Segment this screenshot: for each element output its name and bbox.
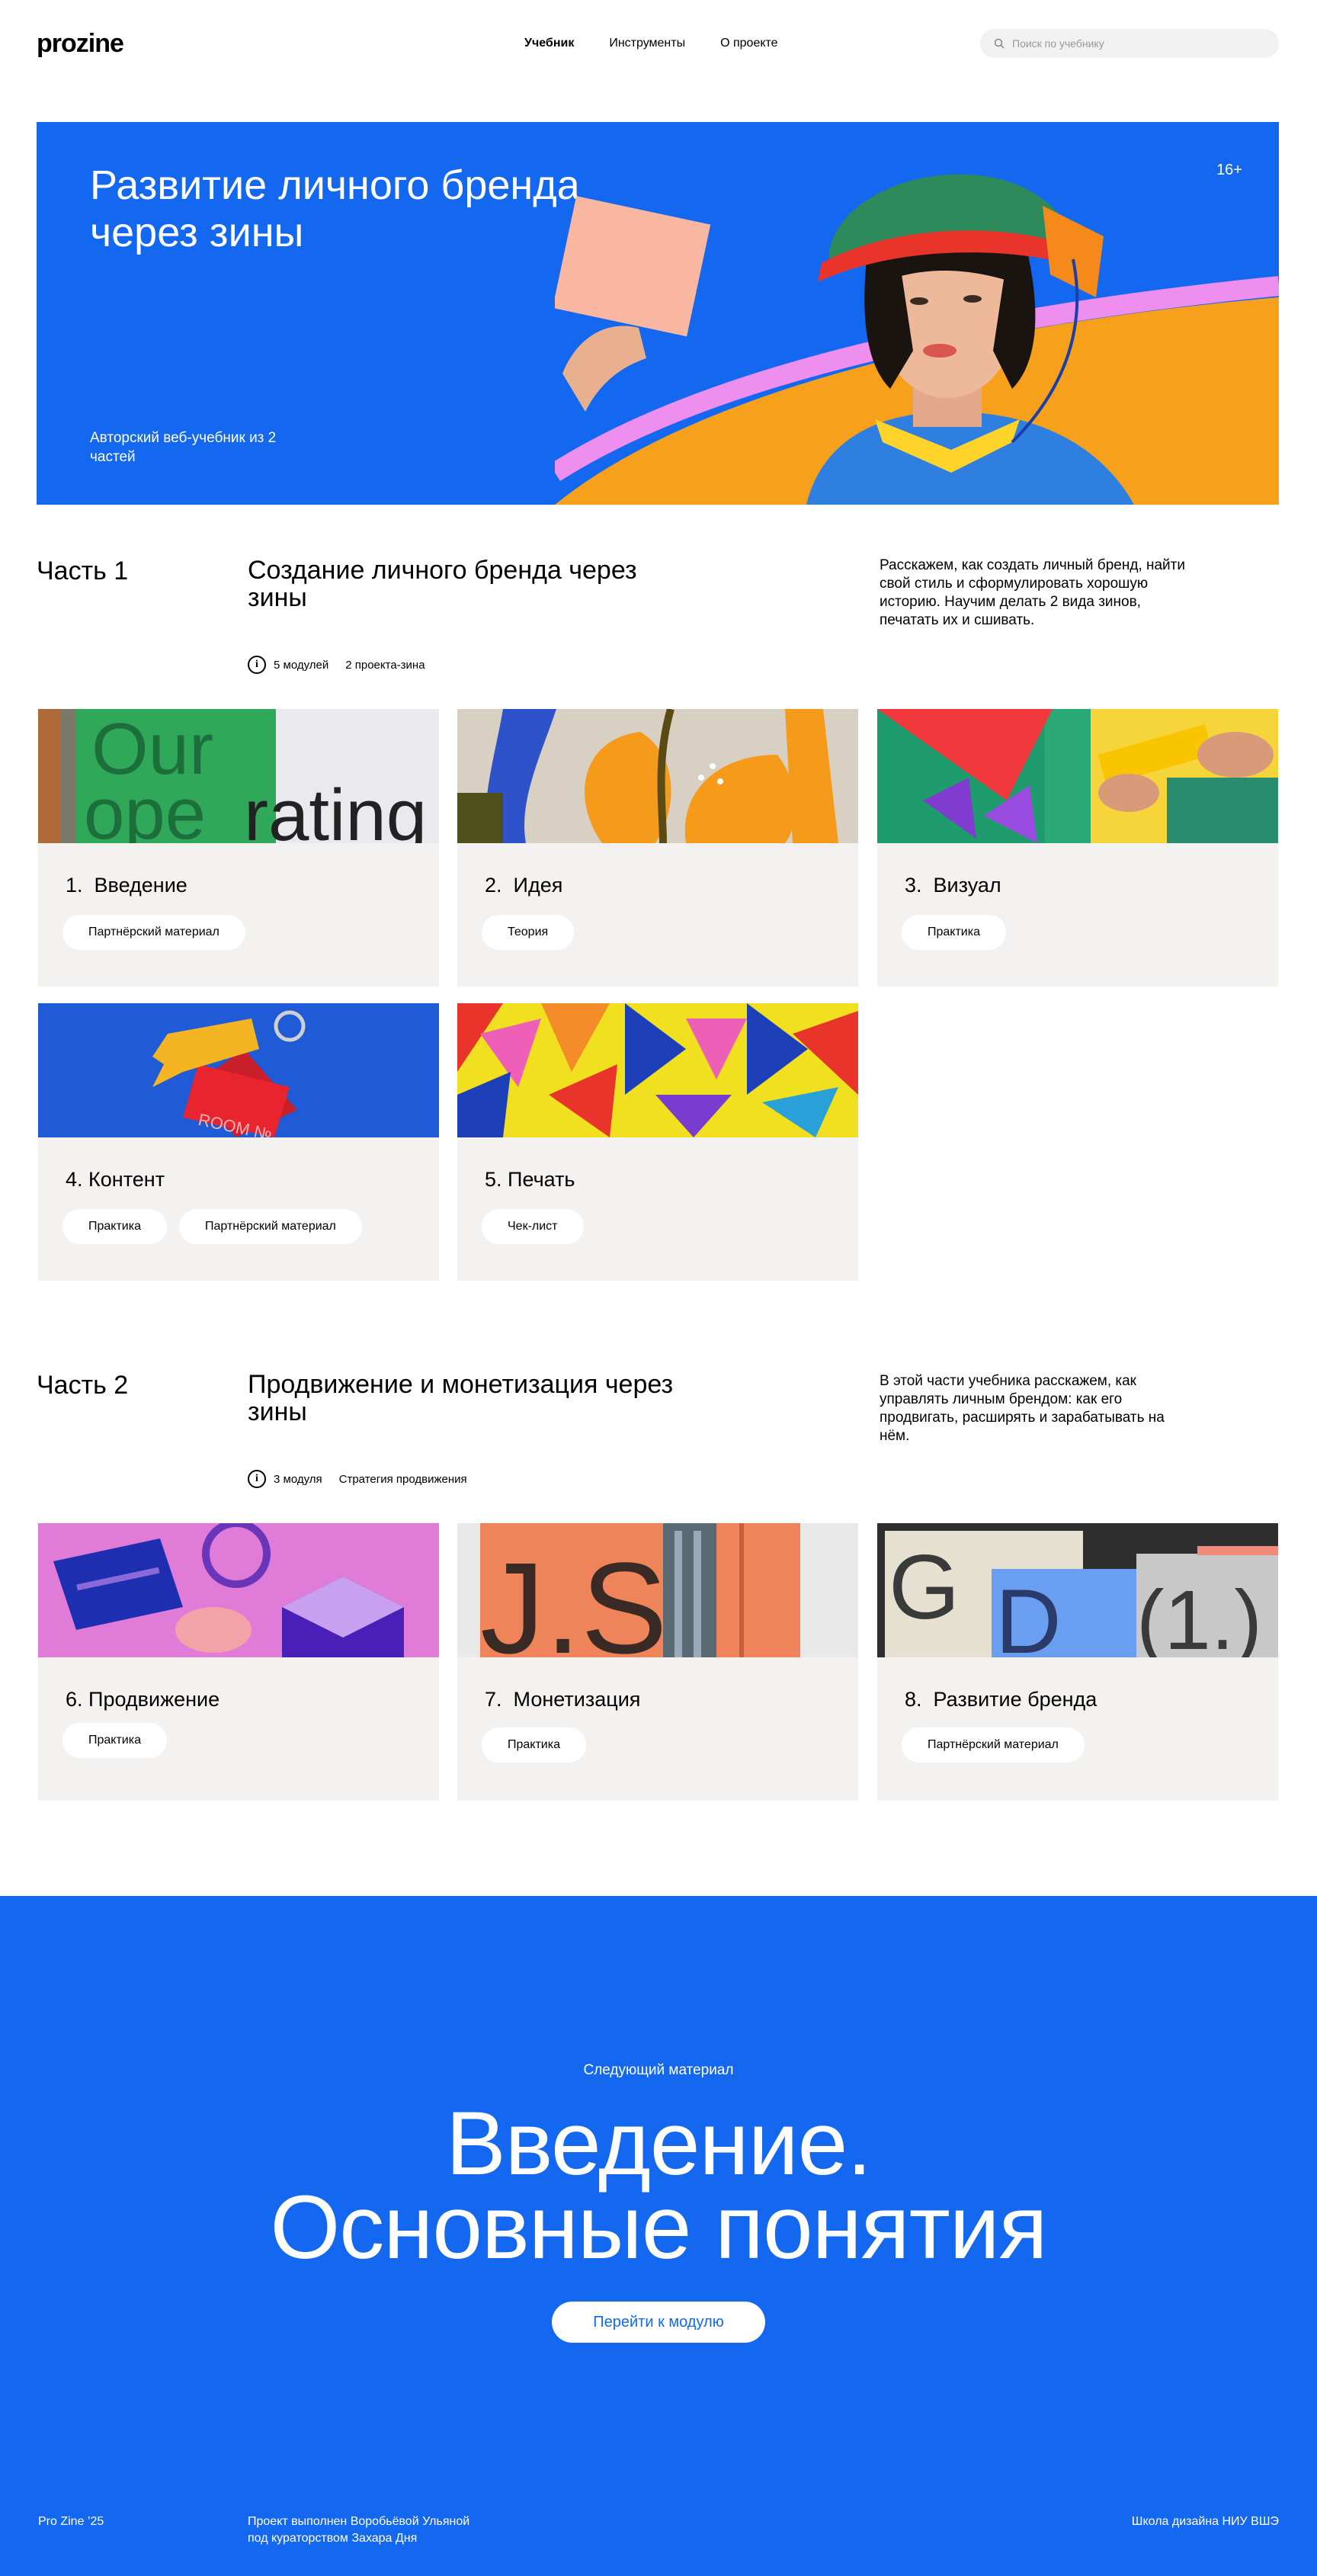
logo[interactable]: prozine (37, 29, 124, 59)
search-input[interactable] (1012, 37, 1264, 50)
module-4-tags: Практика Партнёрский материал (62, 1209, 362, 1244)
info-icon: i (248, 656, 266, 674)
module-card-3[interactable]: 3. Визуал Практика (877, 709, 1278, 986)
module-4-title: 4. Контент (66, 1168, 165, 1191)
tag[interactable]: Партнёрский материал (902, 1727, 1085, 1763)
part1-title: Создание личного бренда через зины (248, 556, 637, 612)
part2-strategy: Стратегия продвижения (338, 1472, 467, 1486)
info-icon: i (248, 1470, 266, 1488)
part1-label: Часть 1 (37, 557, 129, 585)
module-1-title: 1. Введение (66, 874, 187, 897)
module-5-title: 5. Печать (485, 1168, 575, 1191)
part2-description: В этой части учебника расскажем, как упр… (880, 1373, 1165, 1444)
hero-subtitle: Авторский веб-учебник из 2 частей (90, 430, 277, 465)
module-6-image (38, 1523, 439, 1657)
module-card-5[interactable]: 5. Печать Чек-лист (457, 1003, 858, 1281)
hero-banner: Развитие личного бренда через зины Автор… (37, 122, 1279, 505)
hero-title: Развитие личного бренда через зины (90, 162, 580, 255)
tag[interactable]: Практика (902, 915, 1006, 950)
tag[interactable]: Партнёрский материал (62, 915, 245, 950)
module-card-7[interactable]: J.S 7. Монетизация Практика (457, 1523, 858, 1801)
module-2-title: 2. Идея (485, 874, 563, 897)
part2-modules-count: 3 модуля (274, 1472, 322, 1486)
tag[interactable]: Практика (62, 1723, 167, 1758)
module-card-6[interactable]: 6. Продвижение Практика (38, 1523, 439, 1801)
module-3-image (877, 709, 1278, 843)
module-5-tags: Чек-лист (482, 1209, 584, 1244)
site-header: prozine Учебник Инструменты О проекте (0, 0, 1317, 88)
module-card-1[interactable]: Our ope rating 1. Введение Партнёрский м… (38, 709, 439, 986)
part2-title: Продвижение и монетизация через зины (248, 1370, 674, 1426)
module-2-image (457, 709, 858, 843)
module-card-8[interactable]: G D (1.) 8. Развитие бренда Партнёрский … (877, 1523, 1278, 1801)
part1-projects-count: 2 проекта-зина (345, 658, 425, 672)
module-7-title: 7. Монетизация (485, 1688, 641, 1711)
nav-tools[interactable]: Инструменты (609, 37, 685, 50)
tag[interactable]: Практика (482, 1727, 586, 1763)
next-material-label: Следующий материал (583, 2062, 734, 2078)
nav-about[interactable]: О проекте (720, 37, 777, 50)
tag[interactable]: Чек-лист (482, 1209, 584, 1244)
search-icon (994, 38, 1005, 49)
module-8-tags: Партнёрский материал (902, 1727, 1085, 1763)
module-7-image: J.S (457, 1523, 858, 1657)
module-6-tags: Практика (62, 1723, 167, 1758)
module-2-tags: Теория (482, 915, 575, 950)
hero-illustration (555, 174, 1279, 505)
search-box[interactable] (980, 29, 1279, 58)
next-material-title: Введение. Основные понятия (270, 2093, 1047, 2278)
module-8-image: G D (1.) (877, 1523, 1278, 1657)
next-material-section: Следующий материал Введение. Основные по… (0, 1896, 1317, 2576)
module-3-tags: Практика (902, 915, 1006, 950)
svg-text:G: G (889, 1536, 960, 1638)
module-1-image: Our ope rating (38, 709, 439, 843)
tag[interactable]: Партнёрский материал (179, 1209, 362, 1244)
go-to-module-button[interactable]: Перейти к модулю (552, 2302, 765, 2343)
module-1-tags: Партнёрский материал (62, 915, 245, 950)
part2-meta: i 3 модуля Стратегия продвижения (248, 1470, 467, 1488)
module-3-title: 3. Визуал (905, 874, 1001, 897)
part1-meta: i 5 модулей 2 проекта-зина (248, 656, 425, 674)
module-7-tags: Практика (482, 1727, 586, 1763)
module-4-image: ROOM № (38, 1003, 439, 1137)
tag[interactable]: Теория (482, 915, 575, 950)
tag[interactable]: Практика (62, 1209, 167, 1244)
footer-credits: Проект выполнен Воробьёвой Ульяной под к… (248, 2515, 470, 2545)
part1-modules-count: 5 модулей (274, 658, 329, 672)
module-8-title: 8. Развитие бренда (905, 1688, 1098, 1711)
part2-label: Часть 2 (37, 1371, 129, 1400)
part1-description: Расскажем, как создать личный бренд, най… (880, 557, 1185, 628)
nav-textbook[interactable]: Учебник (524, 37, 574, 50)
svg-text:(1.): (1.) (1136, 1574, 1262, 1657)
module-5-image (457, 1003, 858, 1137)
main-nav: Учебник Инструменты О проекте (524, 37, 778, 50)
svg-text:ope: ope (84, 773, 206, 843)
svg-text:J.S: J.S (480, 1536, 668, 1657)
module-card-4[interactable]: ROOM № 4. Контент Практика Партнёрский м… (38, 1003, 439, 1281)
footer-brand: Pro Zine ’25 (38, 2515, 104, 2528)
module-6-title: 6. Продвижение (66, 1688, 220, 1711)
svg-text:D: D (995, 1570, 1062, 1657)
footer-school[interactable]: Школа дизайна НИУ ВШЭ (1132, 2513, 1279, 2530)
svg-text:rating: rating (244, 775, 427, 843)
module-card-2[interactable]: 2. Идея Теория (457, 709, 858, 986)
